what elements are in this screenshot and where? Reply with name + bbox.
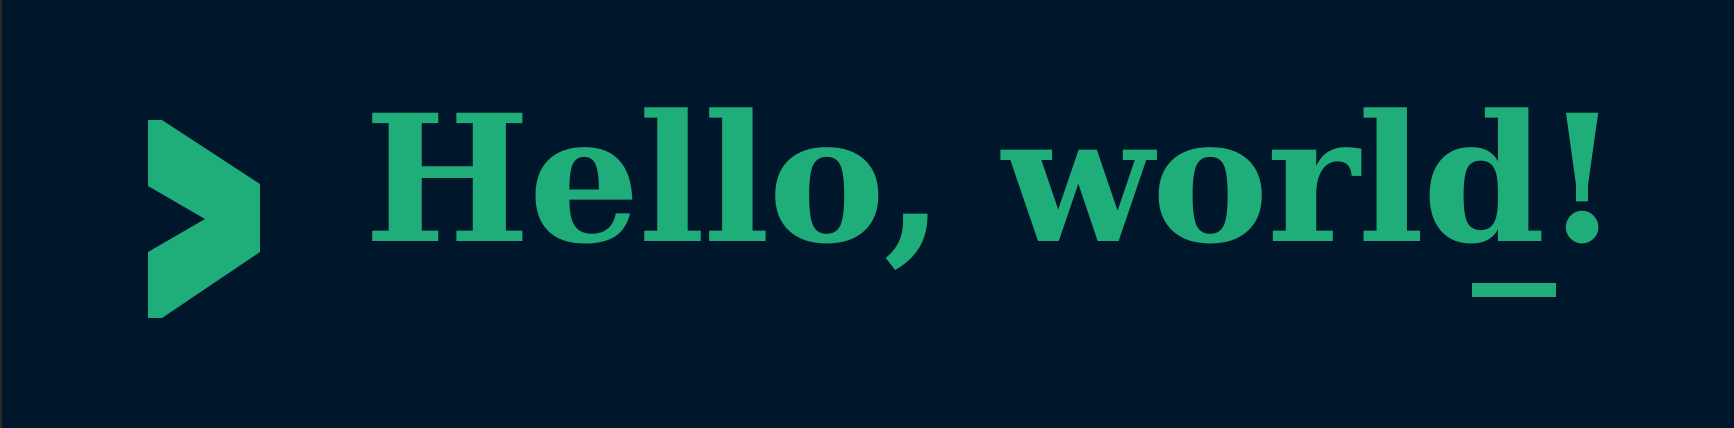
underscore-cursor [1472,283,1556,297]
message-text: Hello, world! [364,76,1621,283]
chevron-right-icon [148,120,260,318]
hello-world-banner: Hello, world! [2,0,1734,428]
